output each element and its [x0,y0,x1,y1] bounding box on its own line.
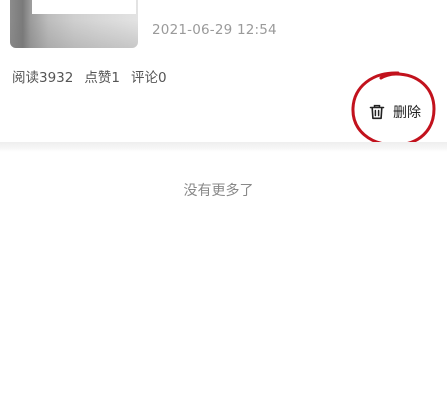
comment-count: 评论0 [130,70,167,86]
post-stats: 阅读3932 点赞1 评论0 [12,66,178,86]
post-date: 2021-06-29 12:54 [152,22,277,38]
read-count: 阅读3932 [12,70,74,86]
no-more-label: 没有更多了 [183,183,254,199]
section-divider [0,142,447,152]
post-list-page: 2021-06-29 12:54 阅读3932 点赞1 评论0 删除 没有更多了 [0,0,447,410]
delete-label: 删除 [393,105,421,121]
post-card[interactable]: 2021-06-29 12:54 阅读3932 点赞1 评论0 删除 [0,0,447,147]
post-thumbnail[interactable] [10,0,138,48]
delete-button[interactable]: 删除 [369,100,421,124]
trash-icon [369,104,385,120]
like-count: 点赞1 [84,70,120,86]
